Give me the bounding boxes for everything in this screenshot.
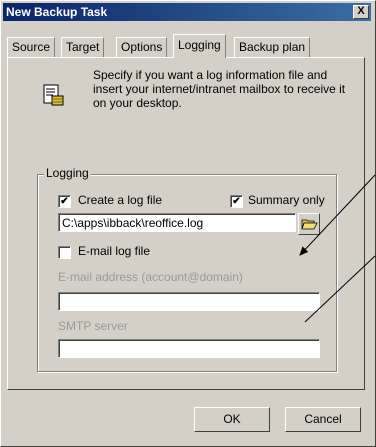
annotation-arrows [299,174,376,323]
arrow-to-email [299,174,376,256]
arrow-to-smtp [304,255,376,323]
tab-logging[interactable]: Logging [173,34,226,58]
